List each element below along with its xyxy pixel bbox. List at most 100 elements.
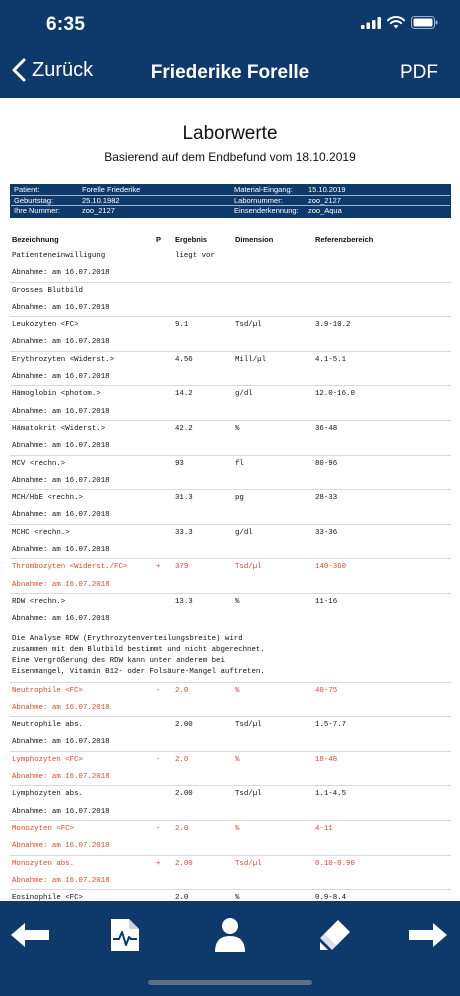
- info-label: Material-Eingang:: [234, 185, 293, 194]
- highlighter-button[interactable]: [313, 913, 357, 957]
- sampling-date-row: Abnahme: am 16.07.2018: [10, 334, 451, 352]
- lab-value-row: Lymphozyten abs. 2.00 Tsd/µl 1.1-4.5: [10, 786, 451, 803]
- result: 2.0: [175, 824, 189, 833]
- reference-range: 1.1-4.5: [315, 790, 347, 799]
- column-header-p: P: [156, 235, 162, 244]
- battery-icon: [411, 16, 438, 29]
- sampling-date: Abnahme: am 16.07.2018: [12, 442, 110, 451]
- unit: Tsd/µl: [235, 563, 262, 572]
- flag: -: [156, 755, 161, 764]
- reference-range: 11-16: [315, 597, 338, 606]
- sampling-date-row: Abnahme: am 16.07.2018: [10, 300, 451, 318]
- back-arrow-button[interactable]: [8, 913, 52, 957]
- unit: fl: [235, 459, 244, 468]
- reference-range: 40-75: [315, 686, 338, 695]
- sampling-date: Abnahme: am 16.07.2018: [12, 703, 110, 712]
- sampling-date-row: Abnahme: am 16.07.2018: [10, 804, 451, 821]
- reference-range: 0.10-0.90: [315, 859, 355, 868]
- sampling-date: Abnahme: am 16.07.2018: [12, 303, 110, 312]
- result: 2.0: [175, 755, 189, 764]
- lab-value-row: MCV <rechn.> 93 fl 80-96: [10, 456, 451, 473]
- unit: g/dl: [235, 390, 253, 399]
- reference-range: 4.1-5.1: [315, 355, 347, 364]
- unit: Tsd/µl: [235, 321, 262, 330]
- reference-range: 12.0-16.0: [315, 390, 355, 399]
- lab-value-row: MCH/HbE <rechn.> 31.3 pg 28-33: [10, 490, 451, 507]
- unit: Tsd/µl: [235, 859, 262, 868]
- info-label: Geburtstag:: [14, 195, 54, 205]
- sampling-date: Abnahme: am 16.07.2018: [12, 842, 110, 851]
- report-title: Laborwerte: [182, 123, 278, 144]
- info-value: zoo_2127: [82, 206, 115, 216]
- info-row: Ihre Nummer: zoo_2127 Einsenderkennung: …: [11, 206, 450, 217]
- signal-icon: [361, 16, 381, 29]
- unit: %: [235, 755, 240, 764]
- findings-document-button[interactable]: [103, 913, 147, 957]
- sampling-date-row: Abnahme: am 16.07.2018: [10, 438, 451, 456]
- lab-value-row: Monozyten <FC> - 2.0% 4-11: [10, 821, 451, 838]
- report-document[interactable]: Laborwerte Basierend auf dem Endbefund v…: [0, 98, 460, 901]
- sampling-date-row: Abnahme: am 16.07.2018: [10, 873, 451, 891]
- unit: %: [235, 824, 240, 833]
- test-name: Grosses Blutbild: [12, 286, 83, 295]
- info-row: Patient: Forelle Friederike Material-Ein…: [11, 185, 450, 196]
- flag: -: [156, 686, 161, 695]
- test-name: RDW <rechn.>: [12, 597, 66, 606]
- sampling-date: Abnahme: am 16.07.2018: [12, 269, 110, 278]
- unit: Mill/µl: [235, 355, 267, 364]
- info-row: Geburtstag: 25.10.1982 Labornummer: zoo_…: [11, 196, 450, 207]
- result: 14.2: [175, 390, 193, 399]
- column-header-name: Bezeichnung: [12, 235, 59, 244]
- sampling-date: Abnahme: am 16.07.2018: [12, 615, 110, 624]
- result: 2.00: [175, 790, 193, 799]
- lab-value-row: Monozyten abs. +2.00 Tsd/µl 0.10-0.90: [10, 856, 451, 873]
- sampling-date: Abnahme: am 16.07.2018: [12, 738, 110, 747]
- forward-arrow-button[interactable]: [406, 913, 450, 957]
- unit: Tsd/µl: [235, 790, 262, 799]
- test-name: Lymphozyten <FC>: [12, 755, 83, 764]
- info-value: 25.10.1982: [82, 195, 120, 205]
- info-label: Einsenderkennung:: [234, 206, 299, 216]
- test-name: Monozyten <FC>: [12, 824, 75, 833]
- sampling-date-row: Abnahme: am 16.07.2018: [10, 473, 451, 491]
- results-table-header: Bezeichnung P Ergebnis Dimension Referen…: [12, 235, 450, 247]
- sampling-date-row: Abnahme: am 16.07.2018: [10, 542, 451, 560]
- result: 2.00: [175, 859, 193, 868]
- result: 2.0: [175, 894, 189, 901]
- sampling-date-row: Abnahme: am 16.07.2018: [10, 734, 451, 752]
- sampling-date-row: Abnahme: am 16.07.2018: [10, 838, 451, 856]
- sampling-date: Abnahme: am 16.07.2018: [12, 373, 110, 382]
- patient-profile-button[interactable]: [208, 913, 252, 957]
- sampling-date: Abnahme: am 16.07.2018: [12, 407, 110, 416]
- pdf-button[interactable]: PDF: [400, 62, 438, 84]
- info-value: 15.10.2019: [308, 185, 346, 194]
- reference-range: 28-33: [315, 494, 338, 503]
- result: 33.3: [175, 528, 193, 537]
- lab-value-row: Lymphozyten <FC> - 2.0% 18-48: [10, 752, 451, 769]
- test-name: MCHC <rechn.>: [12, 528, 70, 537]
- lab-value-row: Eosinophile <FC> 2.0% 0.9-8.4: [10, 890, 451, 901]
- result: 42.2: [175, 424, 193, 433]
- unit: Tsd/µl: [235, 721, 262, 730]
- lab-value-row: Hämoglobin <photom.> 14.2 g/dl 12.0-16.0: [10, 386, 451, 403]
- flag: +: [156, 859, 161, 868]
- lab-value-row: RDW <rechn.> 13.3% 11-16: [10, 594, 451, 611]
- test-name: Lymphozyten abs.: [12, 790, 83, 799]
- test-name: Neutrophile abs.: [12, 721, 83, 730]
- test-name: Hämatokrit <Widerst.>: [12, 424, 106, 433]
- test-name: Patienteneinwilligung: [12, 252, 106, 260]
- analysis-note: Die Analyse RDW (Erythrozytenverteilungs…: [10, 629, 451, 683]
- test-name: Neutrophile <FC>: [12, 686, 83, 695]
- lab-value-row: Neutrophile <FC> - 2.0% 40-75: [10, 683, 451, 700]
- column-header-result: Ergebnis: [175, 235, 208, 244]
- reference-range: 0.9-8.4: [315, 894, 347, 901]
- status-time: 6:35: [46, 14, 86, 35]
- lab-value-row: Hämatokrit <Widerst.> 42.2% 36-48: [10, 421, 451, 438]
- sampling-date: Abnahme: am 16.07.2018: [12, 546, 110, 555]
- reference-range: 80-96: [315, 459, 338, 468]
- lab-value-row: Patienteneinwilligung liegt vor: [10, 248, 451, 265]
- reference-range: 1.5-7.7: [315, 721, 347, 730]
- info-label: Labornummer:: [234, 195, 283, 205]
- sampling-date-row: Abnahme: am 16.07.2018: [10, 700, 451, 718]
- navigation-bar: 6:35 Zurück Friederike Forelle PDF: [0, 0, 460, 98]
